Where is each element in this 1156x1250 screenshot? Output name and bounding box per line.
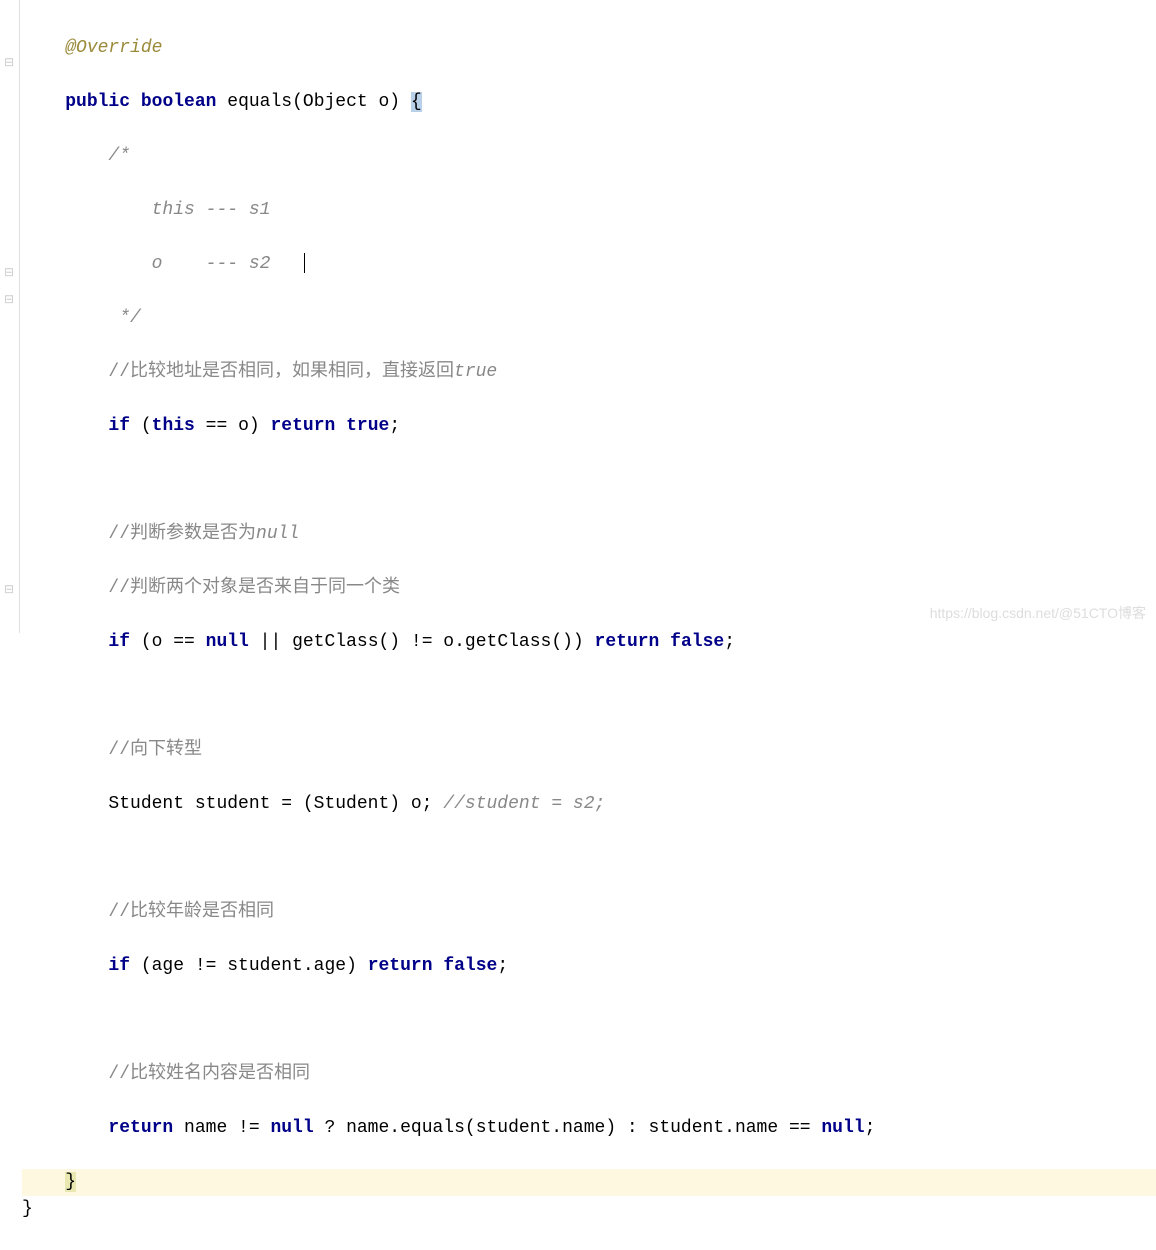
keyword-this: this	[152, 416, 195, 436]
code-line: public boolean equals(Object o) {	[22, 89, 1156, 116]
annotation: @Override	[65, 38, 162, 58]
code-line: /*	[22, 143, 1156, 170]
code-editor[interactable]: @Override public boolean equals(Object o…	[22, 8, 1156, 1250]
comment: //student = s2;	[443, 794, 605, 814]
keyword-true: true	[346, 416, 389, 436]
brace-highlight: {	[411, 92, 422, 112]
code-line: //判断参数是否为null	[22, 521, 1156, 548]
code-text: (	[130, 416, 152, 436]
brace-close: }	[22, 1199, 33, 1219]
keyword-boolean: boolean	[141, 92, 217, 112]
comment: //判断参数是否为null	[108, 524, 299, 544]
text-cursor-icon	[304, 253, 305, 273]
comment: this --- s1	[108, 200, 270, 220]
code-line-current: }	[22, 1169, 1156, 1196]
code-text: Student student = (Student) o;	[108, 794, 432, 814]
comment: o --- s2	[108, 254, 270, 274]
keyword-if: if	[108, 416, 130, 436]
keyword-return: return	[108, 1118, 173, 1138]
code-line: //判断两个对象是否来自于同一个类	[22, 575, 1156, 602]
fold-mark-icon[interactable]: ⊟	[4, 55, 14, 65]
keyword-if: if	[108, 632, 130, 652]
keyword-if: if	[108, 956, 130, 976]
comment: */	[108, 308, 140, 328]
code-line: if (o == null || getClass() != o.getClas…	[22, 629, 1156, 656]
fold-mark-icon[interactable]: ⊟	[4, 582, 14, 592]
keyword-false: false	[670, 632, 724, 652]
code-line: //比较地址是否相同，如果相同，直接返回true	[22, 359, 1156, 386]
keyword-null: null	[270, 1118, 313, 1138]
code-line: //比较姓名内容是否相同	[22, 1061, 1156, 1088]
keyword-public: public	[65, 92, 130, 112]
keyword-return: return	[368, 956, 433, 976]
code-text: ;	[497, 956, 508, 976]
code-line: o --- s2	[22, 251, 1156, 278]
code-text: ;	[389, 416, 400, 436]
keyword-null: null	[821, 1118, 864, 1138]
code-line: this --- s1	[22, 197, 1156, 224]
comment: //比较姓名内容是否相同	[108, 1064, 310, 1084]
fold-mark-icon[interactable]: ⊟	[4, 265, 14, 275]
comment-text: //判断参数是否为	[108, 524, 256, 544]
editor-gutter: ⊟ ⊟ ⊟ ⊟	[0, 0, 20, 633]
comment: /*	[108, 146, 130, 166]
code-line: if (age != student.age) return false;	[22, 953, 1156, 980]
code-line: if (this == o) return true;	[22, 413, 1156, 440]
comment: //比较地址是否相同，如果相同，直接返回true	[108, 362, 497, 382]
comment: //比较年龄是否相同	[108, 902, 274, 922]
code-text: (o ==	[141, 632, 206, 652]
method-name: equals(Object o)	[227, 92, 400, 112]
code-line	[22, 683, 1156, 710]
comment: //向下转型	[108, 740, 202, 760]
keyword-false: false	[443, 956, 497, 976]
code-line	[22, 845, 1156, 872]
code-line: return name != null ? name.equals(studen…	[22, 1115, 1156, 1142]
code-line: //比较年龄是否相同	[22, 899, 1156, 926]
code-text: ;	[865, 1118, 876, 1138]
brace-close: }	[65, 1172, 76, 1192]
code-line: //向下转型	[22, 737, 1156, 764]
comment: //判断两个对象是否来自于同一个类	[108, 578, 400, 598]
comment-text: true	[454, 362, 497, 382]
comment-text: //比较地址是否相同，如果相同，直接返回	[108, 362, 454, 382]
code-text: ;	[724, 632, 735, 652]
code-text: == o)	[195, 416, 260, 436]
code-text: || getClass() != o.getClass())	[249, 632, 584, 652]
code-text: ? name.equals(student.name) : student.na…	[314, 1118, 822, 1138]
code-text: (age != student.age)	[130, 956, 357, 976]
fold-mark-icon[interactable]: ⊟	[4, 292, 14, 302]
code-line: */	[22, 305, 1156, 332]
comment-text: null	[256, 524, 299, 544]
keyword-null: null	[206, 632, 249, 652]
code-line	[22, 1007, 1156, 1034]
code-line: Student student = (Student) o; //student…	[22, 791, 1156, 818]
code-line: }	[22, 1196, 1156, 1223]
code-line	[22, 467, 1156, 494]
keyword-return: return	[270, 416, 335, 436]
code-text: name !=	[173, 1118, 270, 1138]
watermark-text: https://blog.csdn.net/@51CTO博客	[930, 603, 1146, 623]
code-line: @Override	[22, 35, 1156, 62]
keyword-return: return	[595, 632, 660, 652]
